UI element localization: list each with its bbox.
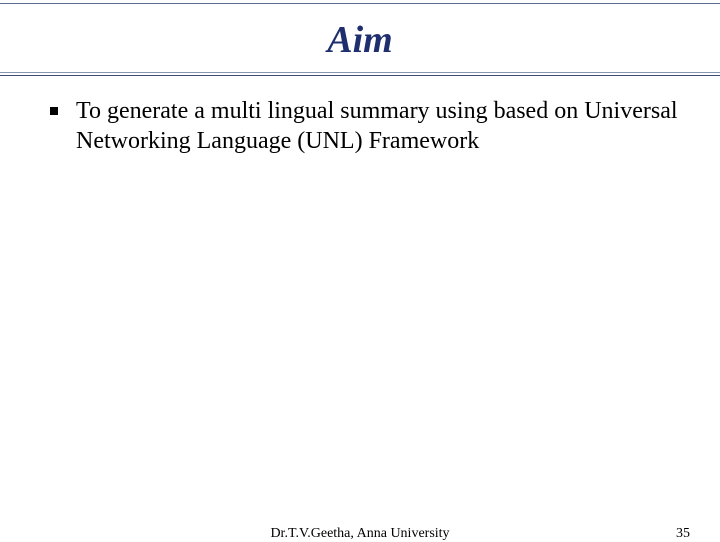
list-item: To generate a multi lingual summary usin… xyxy=(50,96,680,156)
top-rule xyxy=(0,3,720,4)
title-underline xyxy=(0,72,720,76)
content-area: To generate a multi lingual summary usin… xyxy=(0,76,720,156)
bullet-icon xyxy=(50,107,58,115)
bullet-text: To generate a multi lingual summary usin… xyxy=(76,96,680,156)
slide: Aim To generate a multi lingual summary … xyxy=(0,0,720,540)
slide-title: Aim xyxy=(0,0,720,72)
